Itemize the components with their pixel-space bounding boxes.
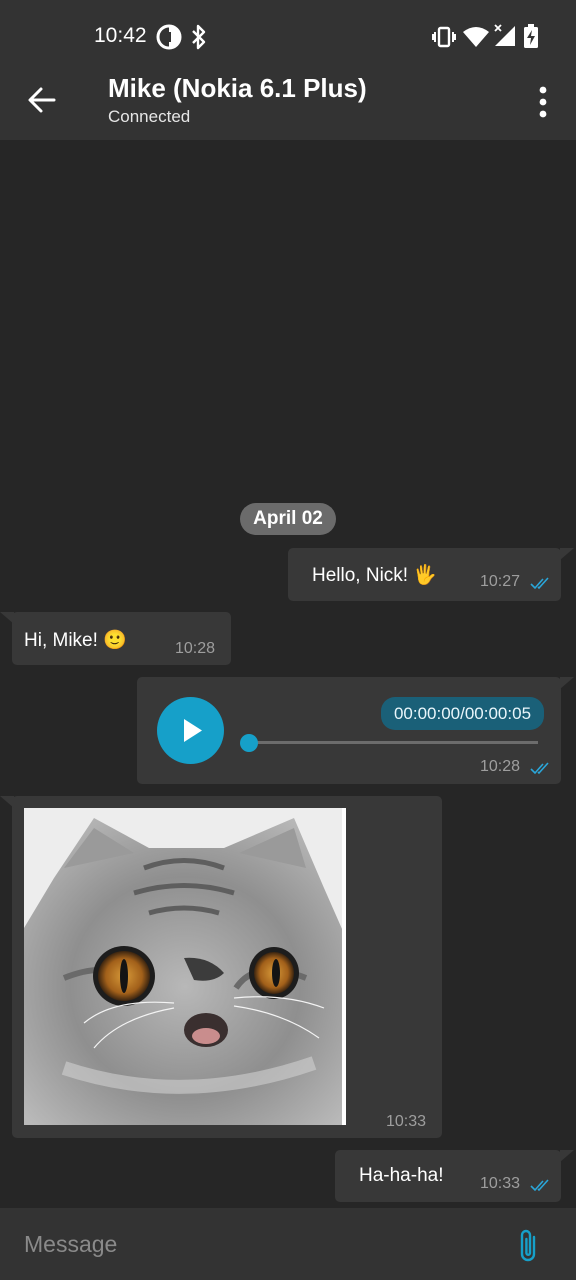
- more-vert-icon[interactable]: [528, 82, 558, 122]
- connection-status: Connected: [108, 107, 191, 126]
- read-ticks-icon: [530, 1179, 549, 1192]
- audio-seek-handle[interactable]: [240, 734, 258, 752]
- date-separator: April 02: [240, 503, 336, 535]
- message-time: 10:33: [386, 1113, 427, 1130]
- message-time: 10:28: [480, 758, 521, 775]
- audio-position: 00:00:00/00:00:05: [381, 697, 544, 730]
- bubble-tail: [560, 548, 574, 560]
- message-text: Hello, Nick! 🖐: [312, 565, 438, 586]
- message-input[interactable]: [0, 1208, 490, 1280]
- signal-no-data-icon: [494, 24, 515, 46]
- bubble-tail: [560, 1150, 574, 1162]
- message-time: 10:27: [480, 573, 521, 590]
- bubble-tail: [0, 796, 14, 808]
- read-ticks-icon: [530, 762, 549, 775]
- wifi-icon: [463, 27, 489, 47]
- battery-charging-icon: [524, 24, 538, 48]
- message-text: Ha-ha-ha!: [359, 1165, 444, 1186]
- status-bar: 10:42: [0, 0, 576, 70]
- play-icon: [184, 719, 202, 742]
- image-attachment[interactable]: [24, 808, 346, 1125]
- message-time: 10:28: [175, 640, 216, 657]
- paperclip-icon[interactable]: [514, 1228, 544, 1264]
- message-composer: [0, 1208, 576, 1280]
- status-time: 10:42: [94, 24, 147, 47]
- message-text: Hi, Mike! 🙂: [24, 630, 127, 651]
- cat-photo: [24, 808, 346, 1125]
- app-bar: Mike (Nokia 6.1 Plus) Connected: [0, 70, 576, 140]
- read-ticks-icon: [530, 577, 549, 590]
- audio-seek-track[interactable]: [249, 741, 538, 744]
- bluetooth-icon: [192, 24, 206, 50]
- incoming-message[interactable]: Hi, Mike! 🙂 10:28: [12, 612, 231, 665]
- outgoing-message[interactable]: Ha-ha-ha! 10:33: [335, 1150, 561, 1202]
- data-saver-icon: [156, 24, 182, 50]
- chat-title: Mike (Nokia 6.1 Plus): [108, 73, 367, 103]
- vibrate-icon: [432, 26, 456, 48]
- arrow-back-icon[interactable]: [26, 84, 58, 116]
- bubble-tail: [560, 677, 574, 689]
- bubble-tail: [0, 612, 14, 624]
- message-time: 10:33: [480, 1175, 521, 1192]
- outgoing-message[interactable]: Hello, Nick! 🖐 10:27: [288, 548, 561, 601]
- audio-play-button[interactable]: [157, 697, 224, 764]
